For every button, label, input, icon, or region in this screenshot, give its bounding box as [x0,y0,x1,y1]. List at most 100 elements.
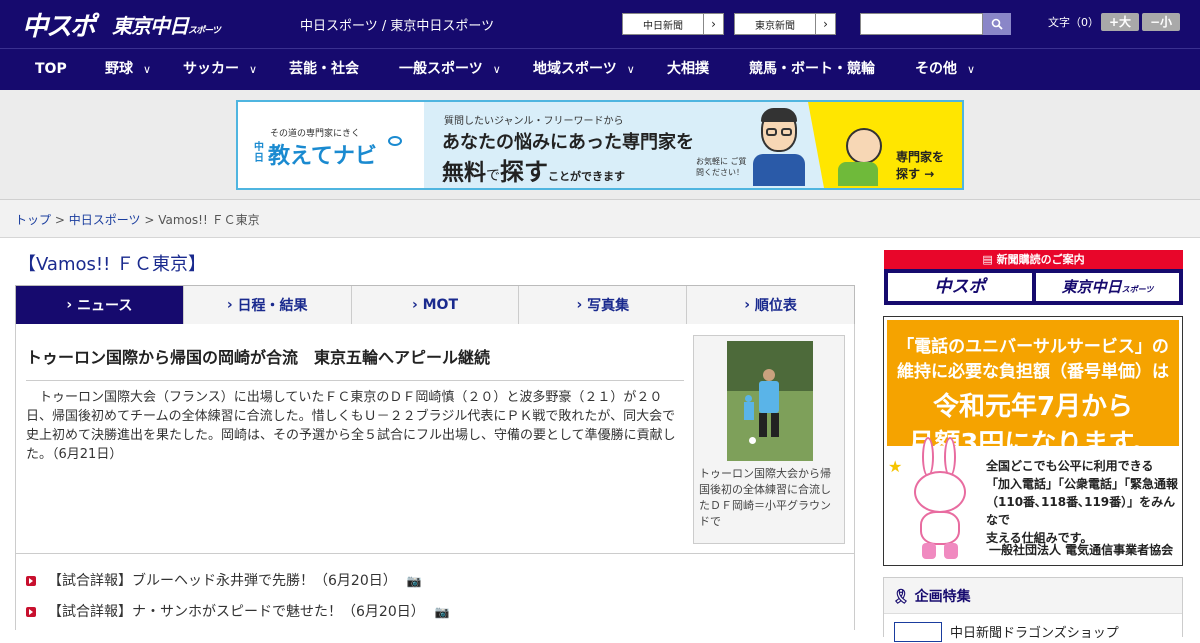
breadcrumb-chunichi-sports[interactable]: 中日スポーツ [69,213,141,227]
chevron-down-icon: ∨ [967,63,976,76]
list-item-title: 【試合詳報】ブルーヘッド永井弾で先勝！（6月20日） [48,573,397,589]
subscription-header: ▤ 新聞購読のご案内 [884,250,1183,269]
ad-body: 全国どこでも公平に利用できる 「加入電話」「公衆電話」「緊急通報 （110番､1… [986,457,1178,547]
person-icon [846,128,882,164]
banner-brand-prefix: 中日 [254,142,264,164]
banner-cta[interactable]: 専門家を 探す → [808,102,962,188]
ribbon-icon: 🎗 [892,589,915,605]
oshiete-navi-banner[interactable]: その道の専門家にきく 中日 教えてナビ 質問したいジャンル・フリーワードから あ… [236,100,964,190]
subscribe-chuspo-button[interactable]: 中スポ [888,273,1032,301]
banner-line1: 質問したいジャンル・フリーワードから [444,116,624,127]
ad-body3: （110番､118番､119番）」をみんなで [986,495,1176,527]
article-photo-box: トゥーロン国際大会から帰国後初の全体練習に合流したＤＦ岡崎＝小平グラウンドで [693,335,845,544]
subscribe-tokyo-small: スポーツ [1121,285,1154,294]
nav-baseball[interactable]: 野球 ∨ [105,49,151,91]
banner-cta-line2: 探す → [896,165,934,182]
tab-news[interactable]: › ニュース [16,286,184,331]
ad-body1: 全国どこでも公平に利用できる [986,459,1154,473]
arrow-right-icon: → [924,167,935,181]
article-photo[interactable] [727,341,813,461]
breadcrumb-current: Vamos!! ＦＣ東京 [158,213,260,227]
banner-search: 探す [500,158,549,186]
nav-label: 競馬・ボート・競輪 [749,61,875,77]
ad-line2: 維持に必要な負担額（番号単価）は [897,362,1169,382]
banner-cta-line2-text: 探す [896,167,921,181]
chevron-right-icon: › [703,14,723,34]
subscribe-tokyo-button[interactable]: 東京中日スポーツ [1036,273,1179,301]
font-larger-button[interactable]: +大 [1101,13,1139,31]
tab-label: ニュース [77,298,133,314]
tab-photos[interactable]: › 写真集 [519,286,688,324]
banner-can: ことができます [548,170,626,183]
font-size-label: 文字（0） [1048,16,1099,29]
list-item[interactable]: 【試合詳報】ナ・サンホがスピードで魅せた！（6月20日） 📷 [26,601,450,621]
main-nav: TOP 野球 ∨ サッカー ∨ 芸能・社会 一般スポーツ ∨ 地域スポーツ ∨ 大相撲 … [0,48,1200,90]
subscribe-tokyo-text: 東京中日 [1061,278,1122,296]
font-smaller-button[interactable]: −小 [1142,13,1180,31]
chevron-right-icon: › [226,297,238,313]
banner-de: で [486,168,501,184]
play-bullet-icon [26,607,36,617]
breadcrumb-separator: > [144,213,155,227]
article-headline: トゥーロン国際から帰国の岡崎が合流 東京五輪へアピール継続 [26,344,684,381]
chevron-right-icon: › [411,297,423,313]
nav-label: 地域スポーツ [533,61,617,77]
site-links[interactable]: 中日スポーツ / 東京中日スポーツ [300,15,494,34]
tab-label: 順位表 [754,298,797,314]
ad-body2: 「加入電話」「公衆電話」「緊急通報 [986,477,1179,491]
ad-line1: 「電話のユニバーサルサービス」の [897,337,1169,357]
nav-label: その他 [915,61,957,77]
nav-local-sports[interactable]: 地域スポーツ ∨ [533,49,635,91]
section-tabs: › ニュース › 日程・結果 › MOT › 写真集 › 順位表 [15,285,855,331]
tab-mot[interactable]: › MOT [352,286,520,324]
camera-icon: 📷 [406,574,422,588]
banner-aside: お気軽に ご質問ください！ [696,157,747,177]
feature-title-text: 企画特集 [914,589,971,605]
nav-label: 芸能・社会 [289,61,359,77]
search-icon [991,18,1003,30]
nav-label: 一般スポーツ [399,61,483,77]
rabbit-mascot-icon [910,437,970,563]
feature-item-label: 中日新聞ドラゴンズショップ [950,626,1119,641]
chunichi-shimbun-link[interactable]: 中日新聞 › [622,13,724,35]
nav-soccer[interactable]: サッカー ∨ [183,49,257,91]
tokyo-chunichi-logo-sub: スポーツ [188,26,221,36]
tab-label: 日程・結果 [237,298,308,314]
tokyo-chunichi-logo-text: 東京中日 [112,14,189,38]
search-input[interactable] [860,13,983,35]
nav-entertainment[interactable]: 芸能・社会 [289,49,359,91]
nav-sumo[interactable]: 大相撲 [667,49,709,91]
tab-schedule[interactable]: › 日程・結果 [184,286,352,324]
chunichi-shimbun-label: 中日新聞 [643,20,683,32]
breadcrumb-top[interactable]: トップ [15,213,51,227]
list-item[interactable]: 【試合詳報】ブルーヘッド永井弾で先勝！（6月20日） 📷 [26,570,422,590]
nav-racing[interactable]: 競馬・ボート・競輪 [749,49,875,91]
banner-brand: その道の専門家にきく 中日 教えてナビ [238,102,424,188]
search-button[interactable] [983,13,1011,35]
chevron-down-icon: ∨ [626,63,635,76]
nav-other[interactable]: その他 ∨ [915,49,975,91]
banner-cta-line1: 専門家を [896,150,945,164]
nav-general-sports[interactable]: 一般スポーツ ∨ [399,49,501,91]
tab-standings[interactable]: › 順位表 [687,286,854,324]
nav-label: 大相撲 [667,61,709,77]
article-body: トゥーロン国際大会（フランス）に出場していたＦＣ東京のＤＦ岡崎慎（２０）と波多野… [26,390,676,462]
nav-top[interactable]: TOP [35,49,67,91]
banner-brand-name: 教えてナビ [268,144,377,169]
banner-area: その道の専門家にきく 中日 教えてナビ 質問したいジャンル・フリーワードから あ… [0,90,1200,200]
tokyo-shimbun-link[interactable]: 東京新聞 › [734,13,836,35]
nav-label: 野球 [105,61,133,77]
universal-service-ad[interactable]: 「電話のユニバーサルサービス」の 維持に必要な負担額（番号単価）は 令和元年7月… [883,316,1183,566]
banner-line2: あなたの悩みにあった専門家を [442,132,694,153]
feature-title: 🎗 企画特集 [892,586,971,606]
nav-label: TOP [35,61,67,77]
breadcrumb: トップ > 中日スポーツ > Vamos!! ＦＣ東京 [15,211,260,228]
tokyo-chunichi-logo[interactable]: 東京中日スポーツ [112,10,221,39]
feature-item[interactable]: 中日新聞ドラゴンズショップ [884,613,1182,643]
chuspo-logo[interactable]: 中スポ [22,6,96,43]
chevron-right-icon: › [744,297,755,313]
chevron-right-icon: › [576,297,588,313]
chevron-down-icon: ∨ [249,63,258,76]
feature-section: 🎗 企画特集 中日新聞ドラゴンズショップ [883,577,1183,643]
chevron-down-icon: ∨ [143,63,152,76]
